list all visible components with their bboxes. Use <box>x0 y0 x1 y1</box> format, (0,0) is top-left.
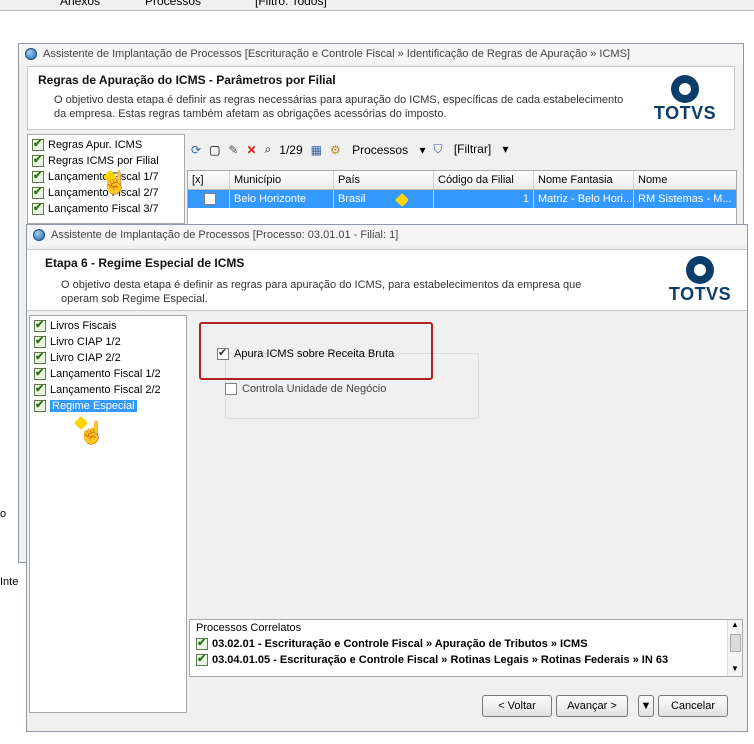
options-dropdown-button[interactable]: ▼ <box>638 695 654 717</box>
row-nome-fantasia: Matriz - Belo Hori... <box>534 190 634 208</box>
front-header-desc: O objetivo desta etapa é definir as regr… <box>61 279 582 305</box>
new-icon[interactable]: ▢ <box>209 143 220 157</box>
hand-cursor-icon: ☝ <box>78 420 106 445</box>
nav-item-livros-fiscais[interactable]: Livros Fiscais <box>34 318 117 334</box>
row-codigo: 1 <box>434 190 534 208</box>
check-icon <box>34 334 46 348</box>
nav-item-lancamento-2[interactable]: Lançamento Fiscal 2/2 <box>34 382 161 398</box>
left-fragment-2: Inte <box>0 576 19 588</box>
check-icon <box>32 153 44 167</box>
scroll-up-icon[interactable]: ▲ <box>731 620 739 629</box>
front-header: Etapa 6 - Regime Especial de ICMS O obje… <box>27 249 747 311</box>
check-icon <box>196 652 208 666</box>
front-nav-panel: Livros Fiscais Livro CIAP 1/2 Livro CIAP… <box>29 315 187 713</box>
checkbox-checked-icon[interactable] <box>217 346 229 360</box>
related-scrollbar[interactable]: ▲ ▼ <box>727 620 742 676</box>
hand-cursor-icon: ☝ <box>101 170 129 195</box>
nav-item-lancamento-1[interactable]: Lançamento Fiscal 1/2 <box>34 366 161 382</box>
check-icon <box>32 169 44 183</box>
left-fragment-1: o <box>0 508 7 520</box>
search-icon[interactable]: ⌕ <box>265 142 272 157</box>
back-nav-item-3[interactable]: Lançamento Fiscal 2/7 <box>32 185 159 201</box>
check-icon <box>32 201 44 215</box>
back-header-desc: O objetivo desta etapa é definir as regr… <box>54 94 624 120</box>
row-nome: RM Sistemas - M... <box>634 190 736 208</box>
back-data-grid: [x] Município País Código da Filial Nome… <box>187 170 737 230</box>
processos-menu[interactable]: ⚙ Processos ▾ <box>330 143 426 157</box>
back-header: Regras de Apuração do ICMS - Parâmetros … <box>27 66 735 130</box>
back-header-title: Regras de Apuração do ICMS - Parâmetros … <box>38 73 336 87</box>
edit-icon[interactable]: ✎ <box>228 143 238 157</box>
table-row[interactable]: Belo Horizonte Brasil 1 Matriz - Belo Ho… <box>188 190 736 208</box>
refresh-icon[interactable]: ⟳ <box>191 143 201 157</box>
nav-item-livro-ciap-1[interactable]: Livro CIAP 1/2 <box>34 334 121 350</box>
grid-header-municipio[interactable]: Município <box>230 171 334 189</box>
toolbar-filtro[interactable]: [Filtro: Todos] <box>255 0 327 8</box>
nav-item-regime-especial[interactable]: Regime Especial <box>34 398 137 414</box>
filter-menu[interactable]: ⛉ [Filtrar] ▾ <box>433 142 508 157</box>
grid-view-icon[interactable]: ▦ <box>311 143 322 157</box>
row-pais: Brasil <box>334 190 434 208</box>
related-title: Processos Correlatos <box>196 622 302 634</box>
apura-icms-label: Apura ICMS sobre Receita Bruta <box>234 348 395 360</box>
grid-header-pais[interactable]: País <box>334 171 434 189</box>
related-item-2[interactable]: 03.04.01.05 - Escrituração e Controle Fi… <box>196 652 668 666</box>
front-window-title: Assistente de Implantação de Processos [… <box>51 229 399 241</box>
grid-header-codigo[interactable]: Código da Filial <box>434 171 534 189</box>
apura-icms-checkbox[interactable]: Apura ICMS sobre Receita Bruta <box>217 346 395 360</box>
nav-item-livro-ciap-2[interactable]: Livro CIAP 2/2 <box>34 350 121 366</box>
row-municipio: Belo Horizonte <box>230 190 334 208</box>
voltar-button[interactable]: < Voltar <box>482 695 552 717</box>
scroll-down-icon[interactable]: ▼ <box>731 664 739 673</box>
globe-icon <box>33 229 45 241</box>
cancelar-button[interactable]: Cancelar <box>658 695 728 717</box>
front-wizard-window: Assistente de Implantação de Processos [… <box>26 224 748 732</box>
delete-icon[interactable]: ✕ <box>246 143 256 157</box>
check-icon <box>34 382 46 396</box>
controla-unidade-label: Controla Unidade de Negócio <box>242 383 387 395</box>
check-icon <box>34 350 46 364</box>
check-icon <box>32 137 44 151</box>
back-nav-item-2[interactable]: Lançamento Fiscal 1/7 <box>32 169 159 185</box>
totvs-logo: TOTVS <box>665 256 735 304</box>
grid-header-nome-fantasia[interactable]: Nome Fantasia <box>534 171 634 189</box>
back-window-titlebar: Assistente de Implantação de Processos [… <box>19 44 743 64</box>
related-processes-panel: Processos Correlatos 03.02.01 - Escritur… <box>189 619 743 677</box>
back-grid-toolbar: ⟳ ▢ ✎ ✕ ⌕ 1/29 ▦ ⚙ Processos ▾ ⛉ [Filtra… <box>191 142 517 157</box>
check-icon <box>34 398 46 412</box>
back-window-title: Assistente de Implantação de Processos [… <box>43 48 630 60</box>
back-nav-item-4[interactable]: Lançamento Fiscal 3/7 <box>32 201 159 217</box>
related-item-1[interactable]: 03.02.01 - Escrituração e Controle Fisca… <box>196 636 588 650</box>
back-nav-item-0[interactable]: Regras Apur. ICMS <box>32 137 142 153</box>
toolbar-anexos[interactable]: Anexos <box>60 0 100 8</box>
controla-unidade-checkbox[interactable]: Controla Unidade de Negócio <box>225 383 386 395</box>
scroll-thumb[interactable] <box>730 634 741 652</box>
check-icon <box>32 185 44 199</box>
front-window-titlebar: Assistente de Implantação de Processos [… <box>27 225 747 245</box>
top-toolbar: Anexos Processos [Filtro: Todos] <box>0 0 754 11</box>
chevron-down-icon: ▼ <box>640 700 652 712</box>
globe-icon <box>25 48 37 60</box>
avancar-button[interactable]: Avançar > <box>556 695 628 717</box>
check-icon <box>34 366 46 380</box>
record-counter: 1/29 <box>279 142 303 157</box>
checkbox-unchecked-icon[interactable] <box>225 383 237 395</box>
toolbar-processos[interactable]: Processos <box>145 0 201 8</box>
front-header-title: Etapa 6 - Regime Especial de ICMS <box>45 256 245 270</box>
totvs-logo: TOTVS <box>650 75 720 123</box>
row-checkbox-cell[interactable] <box>188 190 230 208</box>
grid-header-nome[interactable]: Nome <box>634 171 736 189</box>
check-icon <box>196 636 208 650</box>
grid-header-row: [x] Município País Código da Filial Nome… <box>188 171 736 190</box>
grid-header-x[interactable]: [x] <box>188 171 230 189</box>
back-nav-item-1[interactable]: Regras ICMS por Filial <box>32 153 159 169</box>
check-icon <box>34 318 46 332</box>
